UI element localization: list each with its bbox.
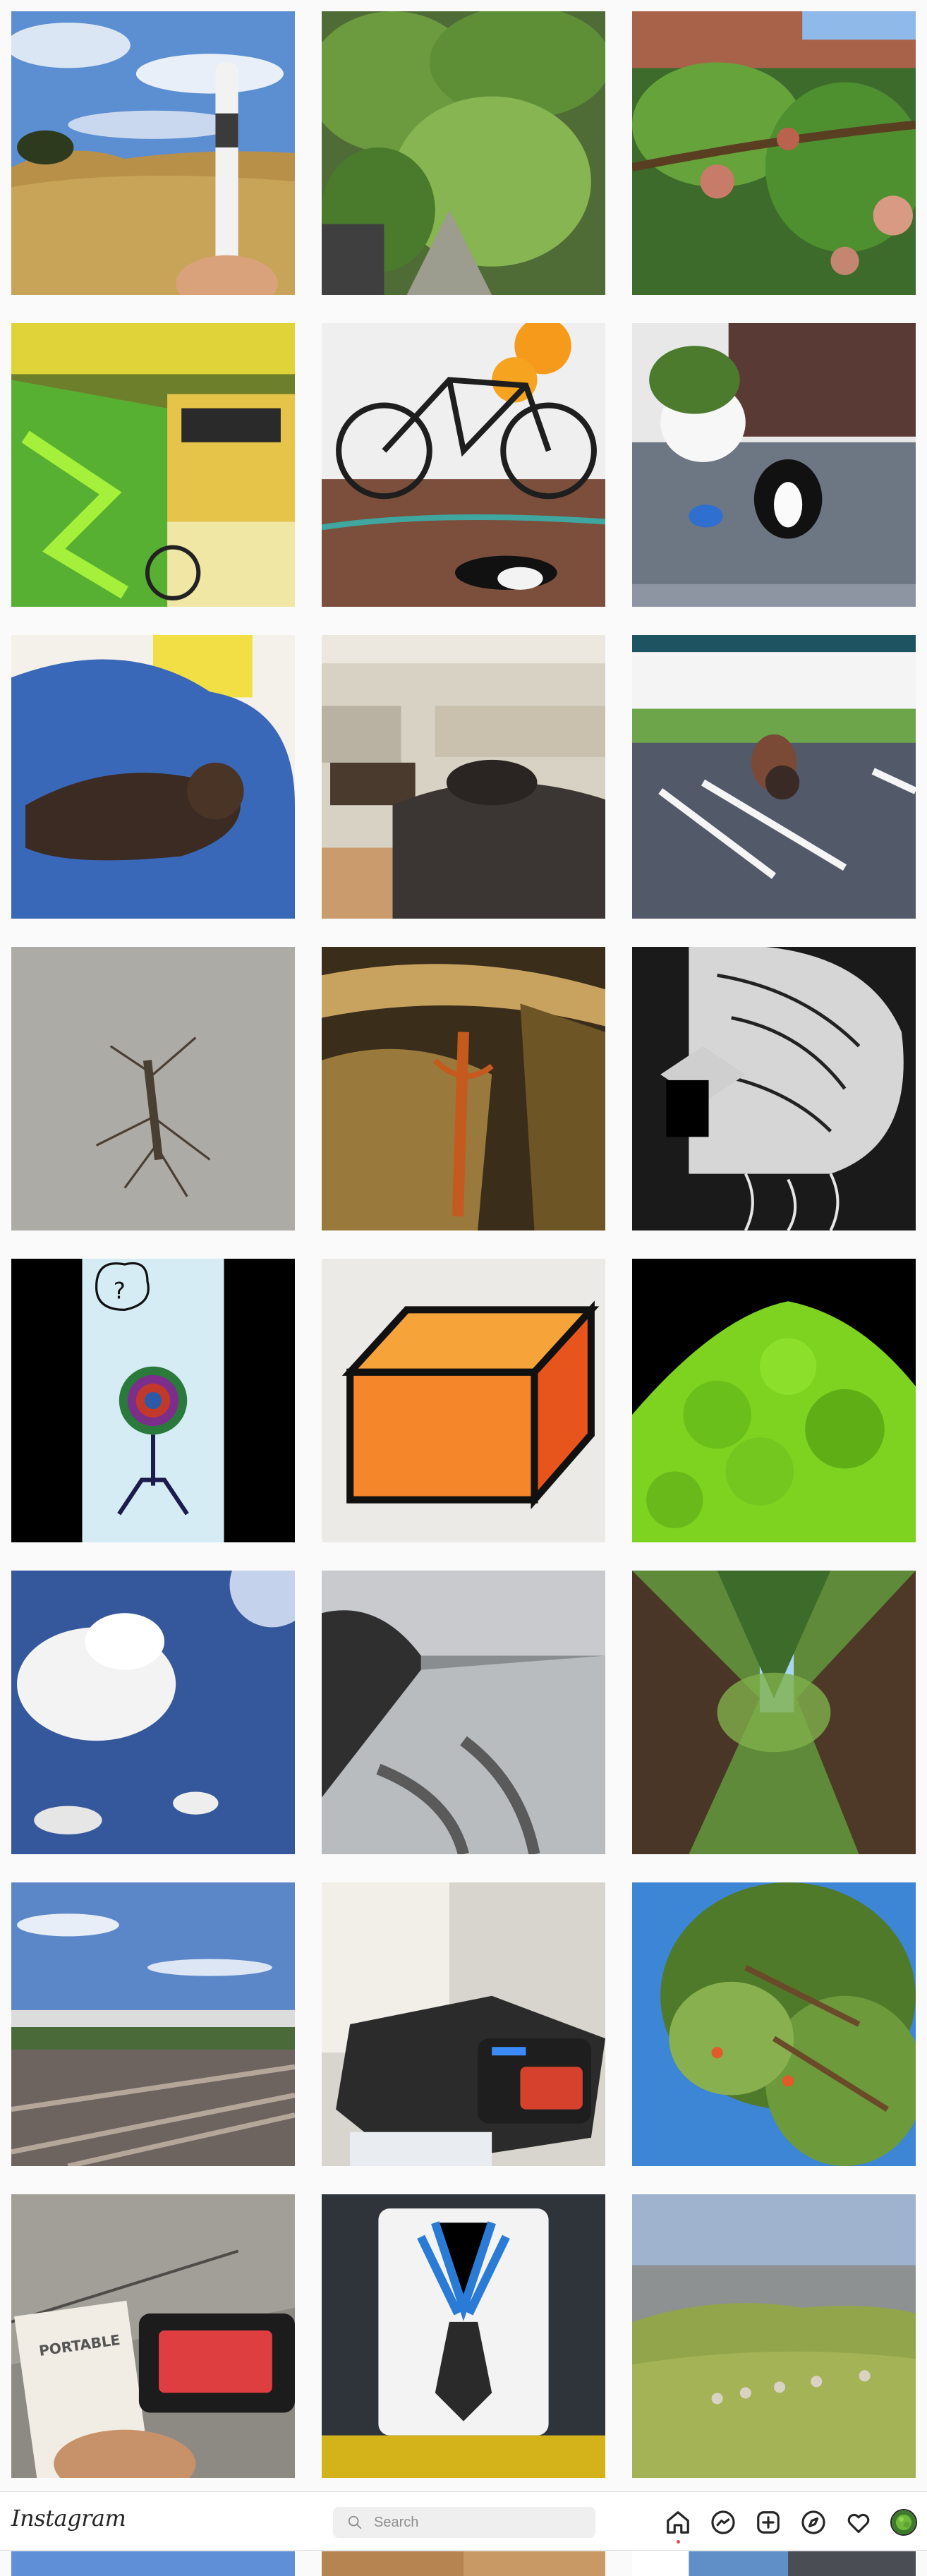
post-thumbnail-9[interactable] [632,635,916,919]
instagram-logo[interactable]: Instagram [11,2505,126,2532]
post-thumbnail-3[interactable] [632,11,916,295]
post-thumbnail-27[interactable] [632,2551,916,2576]
post-thumbnail-24[interactable] [632,2194,916,2478]
profile-avatar[interactable] [890,2509,917,2536]
explore-icon[interactable] [800,2509,827,2536]
post-thumbnail-14[interactable] [322,1259,605,1542]
activity-heart-icon[interactable] [845,2509,872,2536]
post-thumbnail-26[interactable] [322,2551,605,2576]
post-thumbnail-23[interactable] [322,2194,605,2478]
post-thumbnail-2[interactable] [322,11,605,295]
post-thumbnail-7[interactable] [11,635,295,919]
post-thumbnail-5[interactable] [322,323,605,607]
post-thumbnail-6[interactable] [632,323,916,607]
new-post-icon[interactable] [755,2509,782,2536]
search-box[interactable] [333,2507,595,2538]
post-thumbnail-15[interactable] [632,1259,916,1542]
post-thumbnail-1[interactable] [11,11,295,295]
post-thumbnail-10[interactable] [11,947,295,1230]
post-thumbnail-16[interactable] [11,1571,295,1854]
post-thumbnail-11[interactable] [322,947,605,1230]
post-thumbnail-12[interactable] [632,947,916,1230]
post-thumbnail-13[interactable]: ? [11,1259,295,1542]
post-grid: ? PORTABLE [0,0,927,2576]
post-thumbnail-22[interactable]: PORTABLE [11,2194,295,2478]
post-thumbnail-17[interactable] [322,1571,605,1854]
post-thumbnail-19[interactable] [11,1882,295,2166]
svg-text:?: ? [114,1277,126,1304]
post-thumbnail-20[interactable] [322,1882,605,2166]
post-thumbnail-4[interactable] [11,323,295,607]
post-thumbnail-21[interactable] [632,1882,916,2166]
post-thumbnail-8[interactable] [322,635,605,919]
search-input[interactable] [372,2513,587,2532]
messenger-icon[interactable] [710,2509,737,2536]
top-navigation-bar: Instagram [0,2491,927,2551]
notification-dot [677,2540,680,2544]
post-thumbnail-25[interactable] [11,2551,295,2576]
post-thumbnail-18[interactable] [632,1571,916,1854]
home-icon[interactable] [665,2509,691,2544]
search-icon [348,2515,362,2529]
